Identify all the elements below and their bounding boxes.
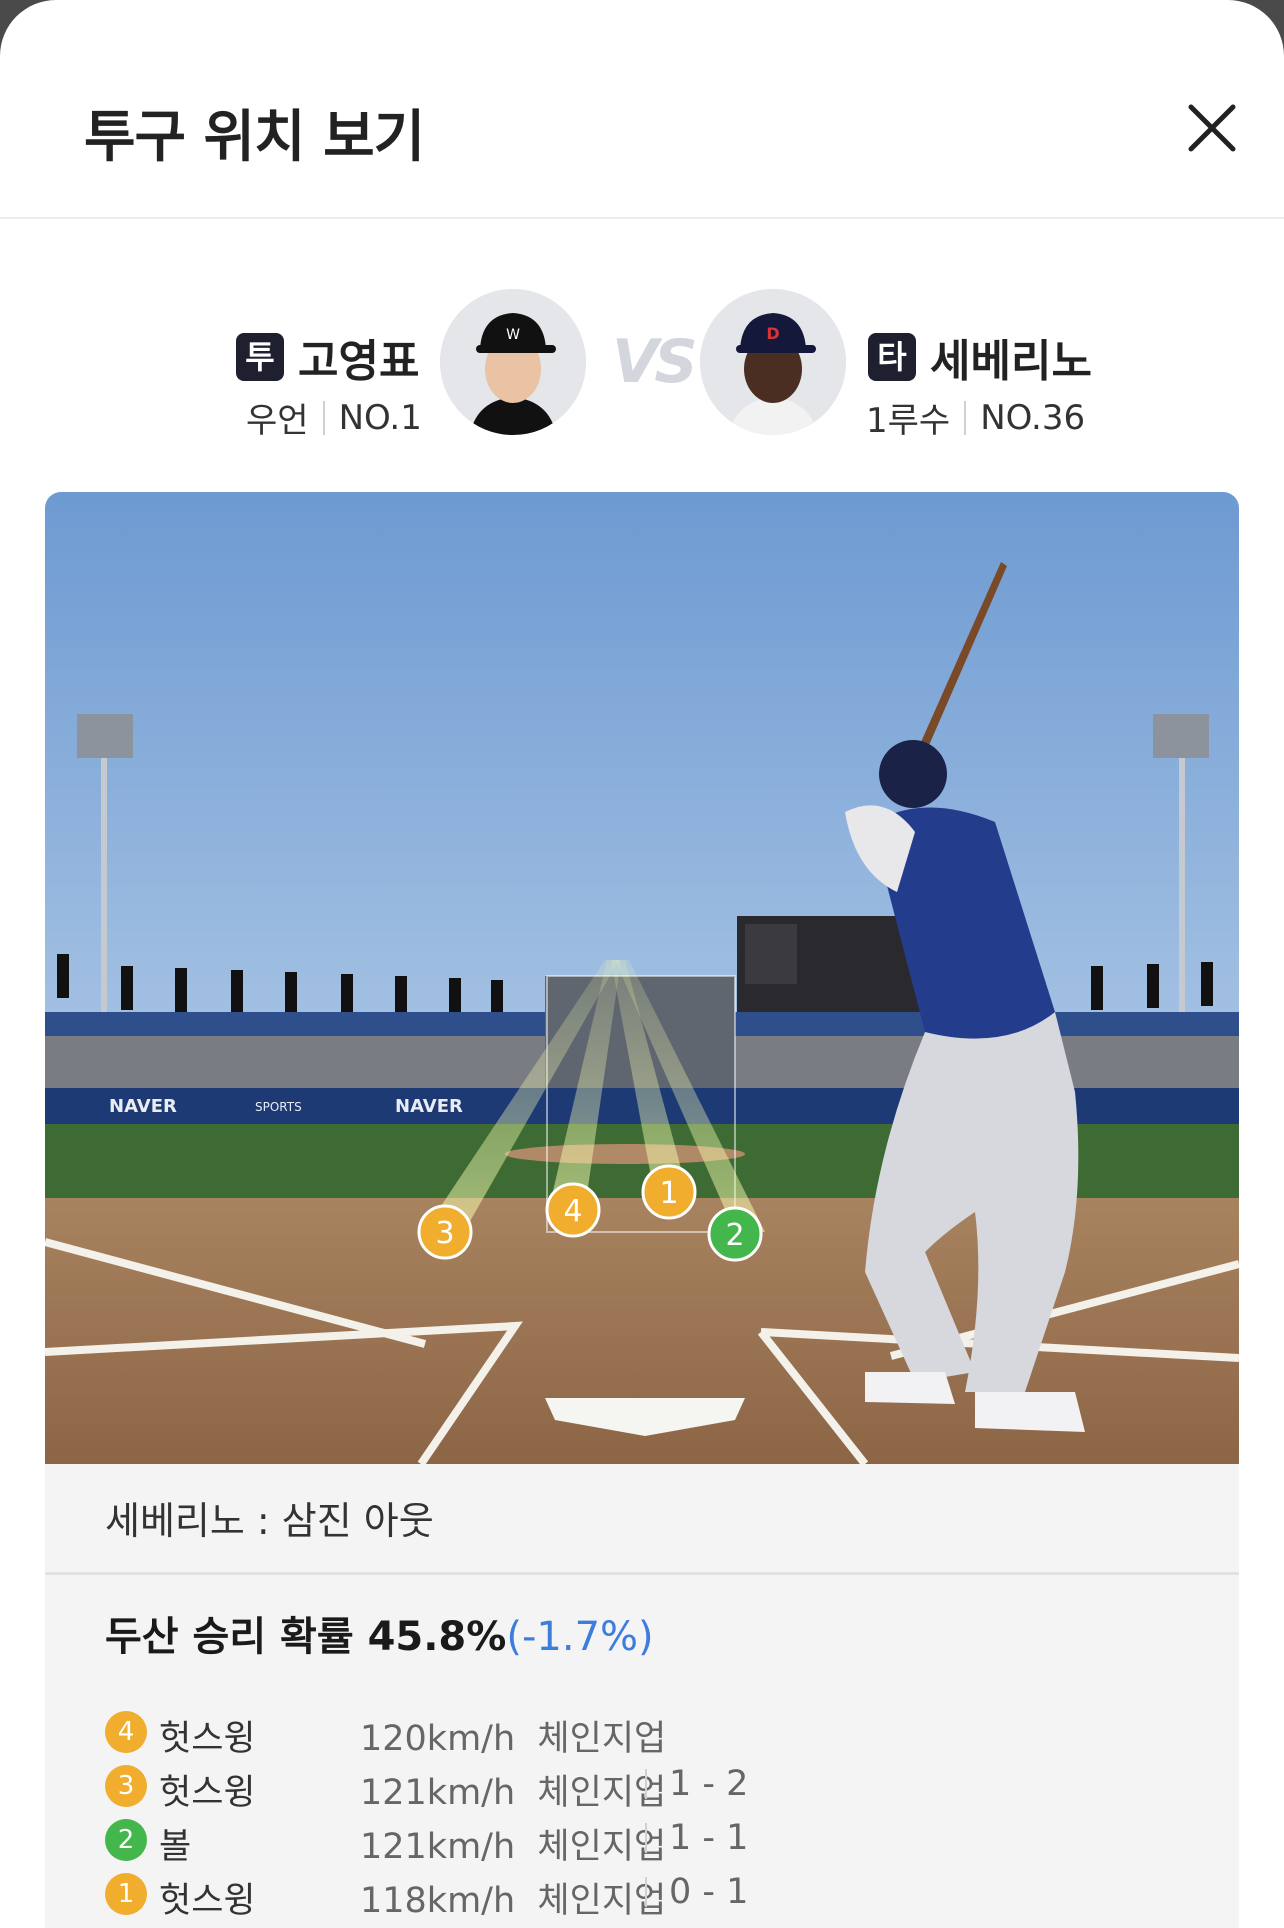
signage-sports-1: SPORTS xyxy=(255,1100,302,1114)
batter-photo-icon: D xyxy=(700,289,846,435)
svg-text:1: 1 xyxy=(659,1176,678,1211)
svg-text:W: W xyxy=(506,327,520,343)
page-title: 투구 위치 보기 xyxy=(84,105,425,170)
svg-text:3: 3 xyxy=(435,1216,454,1251)
pitch-count: 0 - 1 xyxy=(645,1872,748,1912)
batter-avatar[interactable]: D xyxy=(700,289,846,435)
pitcher-number: NO.1 xyxy=(338,397,422,438)
pitch-result-panel: 세베리노 : 삼진 아웃 두산 승리 확률 45.8%(-1.7%) 4 헛스윙… xyxy=(45,1464,1239,1928)
signage-naver-2: NAVER xyxy=(395,1096,463,1117)
pitch-speed: 120km/h 체인지업 xyxy=(360,1719,667,1759)
at-bat-result: 세베리노 : 삼진 아웃 xyxy=(105,1499,434,1543)
batter-badge: 타 xyxy=(868,333,916,381)
pitcher-photo-icon: W xyxy=(440,289,586,435)
field-marker-1[interactable]: 1 xyxy=(641,1164,697,1220)
field-marker-2[interactable]: 2 xyxy=(707,1206,763,1262)
batter-number: NO.36 xyxy=(980,397,1086,438)
pitch-number-badge: 1 xyxy=(105,1873,147,1915)
pitch-row-4[interactable]: 4 헛스윙 120km/h 체인지업 xyxy=(105,1704,1205,1759)
pitch-row-1[interactable]: 1 헛스윙 118km/h 체인지업 0 - 1 xyxy=(105,1866,1205,1921)
svg-text:4: 4 xyxy=(563,1194,582,1229)
pitch-result: 헛스윙 xyxy=(159,1773,256,1813)
pitch-result: 볼 xyxy=(159,1827,192,1867)
pitch-speed: 121km/h 체인지업 xyxy=(360,1773,667,1813)
pitcher-avatar[interactable]: W xyxy=(440,289,586,435)
pitcher-badge: 투 xyxy=(236,333,284,381)
close-icon xyxy=(1188,104,1236,152)
pitch-count: 1 - 2 xyxy=(645,1764,748,1804)
win-probability-label: 두산 승리 확률 45.8% xyxy=(105,1614,507,1660)
pitch-speed: 121km/h 체인지업 xyxy=(360,1827,667,1867)
batter-name[interactable]: 세베리노 xyxy=(930,325,1092,389)
pitch-list: 4 헛스윙 120km/h 체인지업 3 헛스윙 121km/h 체인지업 1 … xyxy=(105,1704,1205,1921)
field-marker-3[interactable]: 3 xyxy=(417,1204,473,1260)
pitcher-name[interactable]: 고영표 xyxy=(298,325,419,389)
field-marker-4[interactable]: 4 xyxy=(545,1182,601,1238)
pitcher-name-row: 투 고영표 xyxy=(236,325,419,389)
pitcher-position: 우언 xyxy=(246,401,309,441)
win-probability: 두산 승리 확률 45.8%(-1.7%) xyxy=(105,1604,654,1662)
matchup-panel: 투 고영표 우언 NO.1 W VS D 타 세베리노 1루수 NO.36 xyxy=(0,217,1284,487)
batter-name-row: 타 세베리노 xyxy=(868,325,1092,389)
pitch-result: 헛스윙 xyxy=(159,1881,256,1921)
sheet-header: 투구 위치 보기 xyxy=(0,0,1284,219)
pitch-row-2[interactable]: 2 볼 121km/h 체인지업 1 - 1 xyxy=(105,1812,1205,1867)
svg-text:D: D xyxy=(766,324,779,343)
versus-label: VS xyxy=(612,327,698,397)
stadium-illustration: NAVER NAVER SPORTS 3 4 1 2 xyxy=(45,492,1239,1464)
close-button[interactable] xyxy=(1181,97,1243,159)
win-probability-delta: (-1.7%) xyxy=(506,1614,654,1660)
pitch-speed: 118km/h 체인지업 xyxy=(360,1881,667,1921)
pitch-row-3[interactable]: 3 헛스윙 121km/h 체인지업 1 - 2 xyxy=(105,1758,1205,1813)
batter-info: 1루수 NO.36 xyxy=(866,393,1085,442)
pitch-number-badge: 4 xyxy=(105,1711,147,1753)
pitch-number-badge: 2 xyxy=(105,1819,147,1861)
pitch-count: 1 - 1 xyxy=(645,1818,748,1858)
pitch-location-field: NAVER NAVER SPORTS 3 4 1 2 xyxy=(45,492,1239,1464)
batter-position: 1루수 xyxy=(866,401,951,441)
pitch-result: 헛스윙 xyxy=(159,1719,256,1759)
svg-text:2: 2 xyxy=(725,1218,744,1253)
pitcher-info: 우언 NO.1 xyxy=(246,393,422,442)
pitch-number-badge: 3 xyxy=(105,1765,147,1807)
signage-naver-1: NAVER xyxy=(109,1096,177,1117)
bottom-sheet: 투구 위치 보기 투 고영표 우언 NO.1 W VS D 타 세베리노 1루수… xyxy=(0,0,1284,1928)
